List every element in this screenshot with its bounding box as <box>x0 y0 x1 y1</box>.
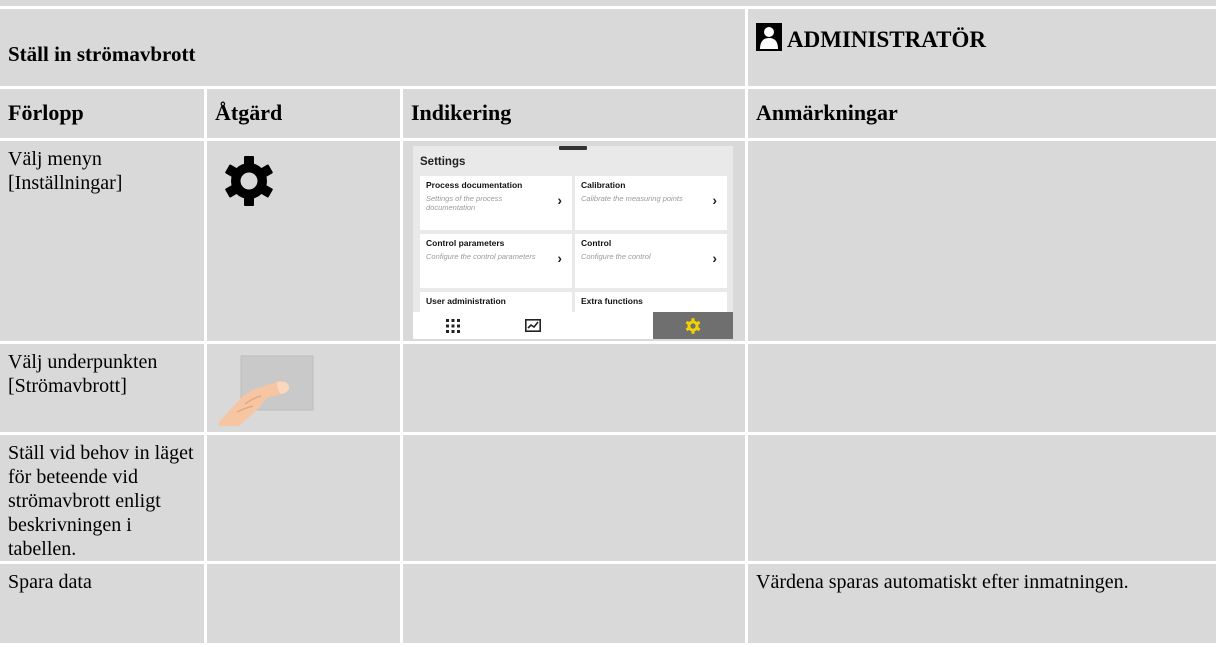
tile-process-documentation[interactable]: Process documentation Settings of the pr… <box>420 176 572 230</box>
chevron-right-icon: › <box>712 250 717 266</box>
column-header-remarks-label: Anmärkningar <box>756 100 898 125</box>
tile-subtitle: Calibrate the measuring points <box>581 194 683 203</box>
grid-icon <box>446 318 460 333</box>
step-text: Välj menyn [Inställningar] <box>8 148 123 194</box>
column-header-step: Förlopp <box>0 89 207 141</box>
tile-user-administration[interactable]: User administration <box>420 292 572 312</box>
column-header-step-label: Förlopp <box>8 100 84 125</box>
table-row: Välj underpunkten [Strömavbrott] <box>0 344 1216 435</box>
procedure-table: Ställ in strömavbrott ADMINISTRATÖR Förl… <box>0 9 1216 646</box>
chevron-right-icon: › <box>557 250 562 266</box>
action-cell <box>207 344 403 435</box>
table-row: Välj menyn [Inställningar] Settings Proc… <box>0 141 1216 344</box>
tile-calibration[interactable]: Calibration Calibrate the measuring poin… <box>575 176 727 230</box>
remark-cell <box>748 141 1216 344</box>
gear-icon <box>685 317 701 334</box>
chevron-right-icon: › <box>557 192 562 208</box>
action-cell <box>207 141 403 344</box>
table-row: Ställ vid behov in läget för beteende vi… <box>0 435 1216 564</box>
step-text: Spara data <box>8 571 92 593</box>
step-cell: Välj menyn [Inställningar] <box>0 141 207 344</box>
step-text: Ställ vid behov in läget för beteende vi… <box>8 442 194 560</box>
step-cell: Spara data <box>0 564 207 646</box>
remark-cell: Värdena sparas automatiskt efter inmatni… <box>748 564 1216 646</box>
nav-chart-button[interactable] <box>493 312 573 339</box>
tile-title: Process documentation <box>426 180 523 190</box>
step-cell: Ställ vid behov in läget för beteende vi… <box>0 435 207 564</box>
remark-text: Värdena sparas automatiskt efter inmatni… <box>756 571 1129 593</box>
nav-grid-button[interactable] <box>413 312 493 339</box>
action-cell <box>207 564 403 646</box>
screen-title: Settings <box>420 156 466 168</box>
procedure-title-cell: Ställ in strömavbrott <box>0 9 749 89</box>
gear-icon <box>223 155 392 212</box>
tile-subtitle: Settings of the process documentation <box>426 194 503 212</box>
finger-tap-icon <box>219 352 392 431</box>
tile-title: Control parameters <box>426 238 505 248</box>
chevron-right-icon: › <box>712 192 717 208</box>
column-header-display-label: Indikering <box>411 100 512 125</box>
column-header-action-label: Åtgärd <box>215 100 283 125</box>
procedure-title: Ställ in strömavbrott <box>8 42 196 66</box>
settings-screen: Settings Process documentation Settings … <box>413 146 733 339</box>
tile-control-parameters[interactable]: Control parameters Configure the control… <box>420 234 572 288</box>
chart-icon <box>525 319 541 332</box>
step-text: Välj underpunkten [Strömavbrott] <box>8 351 158 397</box>
document-page: Ställ in strömavbrott ADMINISTRATÖR Förl… <box>0 0 1216 647</box>
tile-title: User administration <box>426 296 506 306</box>
tile-title: Control <box>581 238 612 248</box>
tile-title: Calibration <box>581 180 626 190</box>
column-header-action: Åtgärd <box>207 89 403 141</box>
action-cell <box>207 435 403 564</box>
column-header-remarks: Anmärkningar <box>748 89 1216 141</box>
remark-text <box>756 344 1208 350</box>
tile-control[interactable]: Control Configure the control › <box>575 234 727 288</box>
display-cell <box>403 564 749 646</box>
column-header-display: Indikering <box>403 89 749 141</box>
status-indicator <box>559 146 587 150</box>
remark-text <box>756 141 1208 147</box>
tile-subtitle: Configure the control parameters <box>426 252 536 261</box>
display-cell <box>403 435 749 564</box>
remark-cell <box>748 344 1216 435</box>
display-cell <box>403 344 749 435</box>
display-cell: Settings Process documentation Settings … <box>403 141 749 344</box>
table-row: Spara data Värdena sparas automatiskt ef… <box>0 564 1216 646</box>
role-cell: ADMINISTRATÖR <box>748 9 1216 89</box>
remark-text <box>756 435 1208 441</box>
tile-title: Extra functions <box>581 296 643 306</box>
tile-subtitle: Configure the control <box>581 252 651 261</box>
column-header-row: Förlopp Åtgärd Indikering Anmärkningar <box>0 89 1216 141</box>
bottom-nav <box>413 312 733 339</box>
person-icon <box>756 23 783 51</box>
role-label: ADMINISTRATÖR <box>787 27 986 52</box>
nav-settings-button[interactable] <box>653 312 733 339</box>
tile-extra-functions[interactable]: Extra functions <box>575 292 727 312</box>
remark-cell <box>748 435 1216 564</box>
step-cell: Välj underpunkten [Strömavbrott] <box>0 344 207 435</box>
